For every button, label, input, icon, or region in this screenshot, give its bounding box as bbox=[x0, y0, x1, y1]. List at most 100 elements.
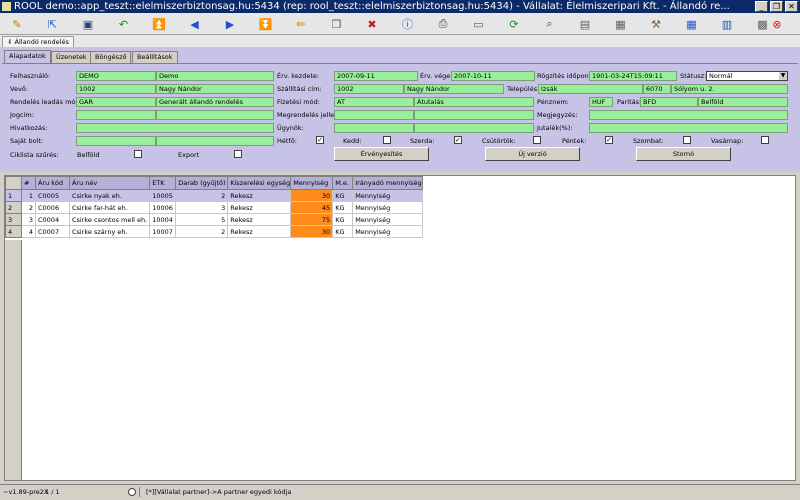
me-cell[interactable]: KG bbox=[332, 225, 354, 238]
col-kiszerelesi-egyseg[interactable]: Kiszerelési egység bbox=[227, 176, 292, 190]
kedd-checkbox[interactable] bbox=[383, 136, 391, 144]
sajat-bolt-name-field[interactable] bbox=[156, 136, 274, 146]
row-number[interactable]: 3 bbox=[21, 213, 36, 226]
col-etk[interactable]: ETK bbox=[149, 176, 177, 190]
col-iranyado-mennyiseg[interactable]: Irányadó mennyiség bbox=[352, 176, 424, 190]
iranyado-cell[interactable]: Mennyiség bbox=[352, 189, 424, 202]
etk-cell[interactable]: 10007 bbox=[149, 225, 177, 238]
table-row[interactable]: 1 1 C0005 Csirke nyak eh. 10005 2 Rekesz 30 KG Me… bbox=[5, 189, 424, 202]
megjegyzes-field[interactable] bbox=[589, 110, 788, 120]
col-aru-nev[interactable]: Áru név bbox=[68, 176, 151, 190]
row-number[interactable]: 4 bbox=[21, 225, 36, 238]
edit-icon[interactable]: ✎ bbox=[4, 15, 30, 33]
darab-cell[interactable]: 5 bbox=[175, 213, 229, 226]
col-number[interactable]: # bbox=[21, 176, 36, 190]
row-number[interactable]: 2 bbox=[21, 201, 36, 214]
restore-button[interactable]: ❐ bbox=[770, 1, 783, 12]
etk-cell[interactable]: 10005 bbox=[149, 189, 177, 202]
erv-vege-field[interactable]: 2007-10-11 bbox=[451, 71, 535, 81]
etk-cell[interactable]: 10006 bbox=[149, 201, 177, 214]
items-grid[interactable]: # Áru kód Áru név ETK Darab (gyűjtő) Kis… bbox=[4, 175, 796, 481]
row-header[interactable]: 2 bbox=[5, 201, 22, 214]
iranyado-cell[interactable]: Mennyiség bbox=[352, 213, 424, 226]
pentek-checkbox[interactable]: ✓ bbox=[605, 136, 613, 144]
col-mennyiseg[interactable]: Mennyiség bbox=[290, 176, 334, 190]
table-icon[interactable]: ▦ bbox=[679, 15, 705, 33]
columns-icon[interactable]: ▥ bbox=[714, 15, 740, 33]
col-aru-kod[interactable]: Áru kód bbox=[35, 176, 70, 190]
info-icon[interactable]: ⓘ bbox=[395, 15, 421, 33]
ugynok-name-field[interactable] bbox=[414, 123, 534, 133]
rendeles-mod-code-field[interactable]: GAR bbox=[76, 97, 156, 107]
last-record-icon[interactable]: ⏬ bbox=[253, 15, 279, 33]
pencil-icon[interactable]: ✏ bbox=[288, 15, 314, 33]
aru-kod-cell[interactable]: C0007 bbox=[35, 225, 70, 238]
delete-icon[interactable]: ✖ bbox=[359, 15, 385, 33]
ugynok-code-field[interactable] bbox=[334, 123, 414, 133]
paritas-name-field[interactable]: Belföld bbox=[698, 97, 788, 107]
kiszereles-cell[interactable]: Rekesz bbox=[227, 225, 292, 238]
next-record-icon[interactable]: ▶ bbox=[217, 15, 243, 33]
uj-verzio-button[interactable]: Új verzió bbox=[485, 147, 580, 161]
kiszereles-cell[interactable]: Rekesz bbox=[227, 213, 292, 226]
me-cell[interactable]: KG bbox=[332, 213, 354, 226]
kiszereles-cell[interactable]: Rekesz bbox=[227, 201, 292, 214]
iranyado-cell[interactable]: Mennyiség bbox=[352, 225, 424, 238]
document-tab[interactable]: ⬇ Állandó rendelés bbox=[2, 36, 74, 47]
save-icon[interactable]: ▣ bbox=[75, 15, 101, 33]
rogzites-field[interactable]: 1901-03-24T15:09:11 bbox=[589, 71, 677, 81]
print-icon[interactable]: ⎙ bbox=[430, 15, 456, 33]
fizetesi-mod-name-field[interactable]: Átutalás bbox=[414, 97, 534, 107]
minimize-button[interactable]: _ bbox=[755, 1, 768, 12]
ervenyesites-button[interactable]: Érvényesítés bbox=[334, 147, 429, 161]
aru-kod-cell[interactable]: C0004 bbox=[35, 213, 70, 226]
mennyiseg-cell[interactable]: 30 bbox=[290, 189, 334, 202]
mennyiseg-cell[interactable]: 30 bbox=[290, 225, 334, 238]
aru-nev-cell[interactable]: Csirke csontos mell eh. bbox=[68, 213, 151, 226]
aru-nev-cell[interactable]: Csirke far-hát eh. bbox=[68, 201, 151, 214]
paritas-code-field[interactable]: BFD bbox=[640, 97, 698, 107]
storno-button[interactable]: Stornó bbox=[636, 147, 731, 161]
jutalek-field[interactable] bbox=[589, 123, 788, 133]
col-me[interactable]: M.e. bbox=[332, 176, 354, 190]
vevo-code-field[interactable]: 1002 bbox=[76, 84, 156, 94]
tab-uzenetek[interactable]: Üzenetek bbox=[51, 51, 92, 63]
etk-cell[interactable]: 10004 bbox=[149, 213, 177, 226]
aru-kod-cell[interactable]: C0005 bbox=[35, 189, 70, 202]
col-darab[interactable]: Darab (gyűjtő) bbox=[175, 176, 229, 190]
tab-beallitasok[interactable]: Beállítások bbox=[132, 51, 178, 63]
document-icon[interactable]: ▤ bbox=[572, 15, 598, 33]
szombat-checkbox[interactable] bbox=[683, 136, 691, 144]
filter-radio[interactable] bbox=[128, 488, 136, 496]
utca-field[interactable]: Sólyom u. 2. bbox=[671, 84, 788, 94]
copy-icon[interactable]: ❐ bbox=[324, 15, 350, 33]
hivatkozas-field[interactable] bbox=[76, 123, 274, 133]
iranyado-cell[interactable]: Mennyiség bbox=[352, 201, 424, 214]
jogcim-name-field[interactable] bbox=[156, 110, 274, 120]
erv-kezdete-field[interactable]: 2007-09-11 bbox=[334, 71, 418, 81]
aru-nev-cell[interactable]: Csirke nyak eh. bbox=[68, 189, 151, 202]
mennyiseg-cell[interactable]: 75 bbox=[290, 213, 334, 226]
csutortok-checkbox[interactable] bbox=[533, 136, 541, 144]
row-header[interactable]: 4 bbox=[5, 225, 22, 238]
kiszereles-cell[interactable]: Rekesz bbox=[227, 189, 292, 202]
penznem-field[interactable]: HUF bbox=[589, 97, 613, 107]
felhasznalo-code-field[interactable]: DEMO bbox=[76, 71, 156, 81]
szallitasi-cim-code-field[interactable]: 1002 bbox=[334, 84, 404, 94]
tools-icon[interactable]: ⚒ bbox=[643, 15, 669, 33]
darab-cell[interactable]: 3 bbox=[175, 201, 229, 214]
rendeles-mod-name-field[interactable]: Generált állandó rendelés bbox=[156, 97, 274, 107]
me-cell[interactable]: KG bbox=[332, 201, 354, 214]
tab-bongeszo[interactable]: Böngésző bbox=[90, 51, 132, 63]
close-button[interactable]: ✕ bbox=[785, 1, 798, 12]
exit-icon[interactable]: ⊗ bbox=[764, 15, 790, 33]
megrendeles-jelleg-code-field[interactable] bbox=[334, 110, 414, 120]
fizetesi-mod-code-field[interactable]: AT bbox=[334, 97, 414, 107]
report-icon[interactable]: ▦ bbox=[608, 15, 634, 33]
row-number[interactable]: 1 bbox=[21, 189, 36, 202]
szerda-checkbox[interactable]: ✓ bbox=[454, 136, 462, 144]
chevron-down-icon[interactable]: ▼ bbox=[779, 72, 787, 80]
megrendeles-jelleg-name-field[interactable] bbox=[414, 110, 534, 120]
telepules-field[interactable]: Izsák bbox=[538, 84, 643, 94]
refresh-icon[interactable]: ⟳ bbox=[501, 15, 527, 33]
